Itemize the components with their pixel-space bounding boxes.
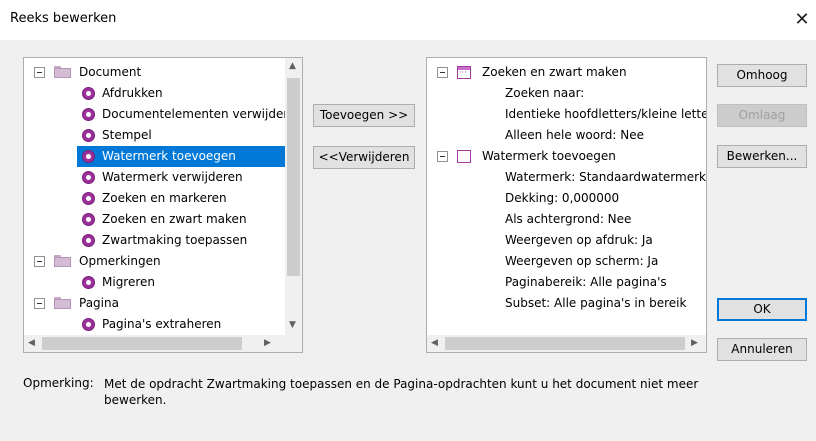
folder-icon (54, 297, 71, 309)
command-icon (82, 87, 95, 100)
tree-item[interactable]: Zoeken en markeren (24, 188, 286, 209)
collapse-icon[interactable] (34, 298, 45, 309)
tree-item-label: Zwartmaking toepassen (102, 233, 248, 247)
horizontal-scrollbar[interactable]: ◀ ▶ (24, 335, 286, 352)
move-up-button[interactable]: Omhoog (717, 64, 807, 87)
scroll-left-icon[interactable]: ◀ (28, 338, 35, 348)
command-detail: Watermerk: Standaardwatermerk (427, 167, 706, 188)
dialog-body: Document Afdrukken Documentelementen ver… (0, 40, 816, 441)
collapse-icon[interactable] (34, 67, 45, 78)
close-icon[interactable]: ✕ (788, 6, 816, 34)
detail-text: Paginabereik: Alle pagina's (505, 275, 667, 289)
tree-group-label: Pagina (79, 296, 119, 310)
detail-text: Weergeven op afdruk: Ja (505, 233, 653, 247)
detail-text: Subset: Alle pagina's in bereik (505, 296, 687, 310)
tree-item[interactable]: Documentelementen verwijderen (24, 104, 302, 125)
scroll-down-icon[interactable]: ▼ (289, 320, 296, 330)
command-detail: Identieke hoofdletters/kleine letters (427, 104, 707, 125)
tree-item-label: Watermerk toevoegen (102, 149, 236, 163)
folder-icon (54, 66, 71, 78)
sequence-command-label: Watermerk toevoegen (482, 149, 616, 163)
scroll-right-icon[interactable]: ▶ (264, 338, 271, 348)
edit-button[interactable]: Bewerken... (717, 145, 807, 168)
scroll-thumb[interactable] (287, 78, 300, 276)
scroll-thumb[interactable] (445, 337, 685, 350)
tree-item-label: Watermerk verwijderen (102, 170, 243, 184)
scroll-right-icon[interactable]: ▶ (691, 338, 698, 348)
scroll-thumb[interactable] (42, 337, 242, 350)
horizontal-scrollbar[interactable]: ◀ ▶ (427, 335, 706, 352)
command-detail: Subset: Alle pagina's in bereik (427, 293, 706, 314)
note-label: Opmerking: (23, 376, 94, 390)
detail-text: Als achtergrond: Nee (505, 212, 632, 226)
detail-text: Identieke hoofdletters/kleine letters (505, 107, 707, 121)
detail-text: Watermerk: Standaardwatermerk (505, 170, 706, 184)
tree-item[interactable]: Zwartmaking toepassen (24, 230, 286, 251)
command-detail: Als achtergrond: Nee (427, 209, 706, 230)
detail-text: Weergeven op scherm: Ja (505, 254, 659, 268)
scroll-left-icon[interactable]: ◀ (431, 338, 438, 348)
command-detail: Weergeven op scherm: Ja (427, 251, 706, 272)
tree-item-label: Documentelementen verwijderen (102, 107, 303, 121)
command-icon (82, 213, 95, 226)
tree-item-label: Zoeken en markeren (102, 191, 227, 205)
command-detail: Paginabereik: Alle pagina's (427, 272, 706, 293)
sequence-command-icon (457, 66, 471, 79)
tree-item[interactable]: Pagina's extraheren (24, 314, 286, 335)
vertical-scrollbar[interactable]: ▲ ▼ (285, 58, 302, 336)
sequence-command[interactable]: Zoeken en zwart maken (427, 62, 706, 83)
scroll-up-icon[interactable]: ▲ (289, 61, 296, 71)
move-down-button[interactable]: Omlaag (717, 104, 807, 127)
command-detail: Dekking: 0,000000 (427, 188, 706, 209)
tree-item[interactable]: Stempel (24, 125, 286, 146)
tree-item-label: Pagina's extraheren (102, 317, 222, 331)
tree-group-pagina[interactable]: Pagina (24, 293, 286, 314)
cancel-button[interactable]: Annuleren (717, 338, 807, 361)
sequence-command[interactable]: Watermerk toevoegen (427, 146, 706, 167)
sequence-command-icon (457, 150, 471, 163)
command-icon (82, 318, 95, 331)
tree-group-label: Document (79, 65, 142, 79)
collapse-icon[interactable] (437, 151, 448, 162)
detail-text: Zoeken naar: (505, 86, 585, 100)
collapse-icon[interactable] (34, 256, 45, 267)
tree-item[interactable]: Watermerk verwijderen (24, 167, 286, 188)
tree-item-label: Afdrukken (102, 86, 163, 100)
detail-text: Dekking: 0,000000 (505, 191, 620, 205)
collapse-icon[interactable] (437, 67, 448, 78)
detail-text: Alleen hele woord: Nee (505, 128, 645, 142)
sequence-tree[interactable]: Zoeken en zwart maken Zoeken naar: Ident… (426, 57, 707, 353)
tree-group-document[interactable]: Document (24, 62, 286, 83)
command-icon (82, 129, 95, 142)
add-button[interactable]: Toevoegen >> (313, 104, 415, 127)
command-tree[interactable]: Document Afdrukken Documentelementen ver… (23, 57, 303, 353)
command-icon (82, 150, 95, 163)
command-icon (82, 276, 95, 289)
folder-icon (54, 255, 71, 267)
remove-button[interactable]: <<Verwijderen (313, 146, 415, 169)
tree-item-label: Stempel (102, 128, 152, 142)
command-icon (82, 108, 95, 121)
tree-item[interactable]: Afdrukken (24, 83, 286, 104)
ok-button[interactable]: OK (717, 298, 807, 321)
sequence-command-label: Zoeken en zwart maken (482, 65, 627, 79)
scroll-corner (285, 335, 302, 352)
command-detail: Alleen hele woord: Nee (427, 125, 706, 146)
title-bar: Reeks bewerken ✕ (0, 0, 816, 40)
tree-group-label: Opmerkingen (79, 254, 161, 268)
window-title: Reeks bewerken (10, 11, 117, 26)
tree-item[interactable]: Zoeken en zwart maken (24, 209, 286, 230)
command-icon (82, 171, 95, 184)
command-icon (82, 192, 95, 205)
tree-group-opmerkingen[interactable]: Opmerkingen (24, 251, 286, 272)
tree-item-label: Migreren (102, 275, 156, 289)
tree-item-label: Zoeken en zwart maken (102, 212, 247, 226)
tree-item-selected[interactable]: Watermerk toevoegen (24, 146, 286, 167)
note-text: Met de opdracht Zwartmaking toepassen en… (104, 377, 699, 407)
command-detail: Weergeven op afdruk: Ja (427, 230, 706, 251)
command-icon (82, 234, 95, 247)
tree-item[interactable]: Migreren (24, 272, 286, 293)
command-detail: Zoeken naar: (427, 83, 706, 104)
